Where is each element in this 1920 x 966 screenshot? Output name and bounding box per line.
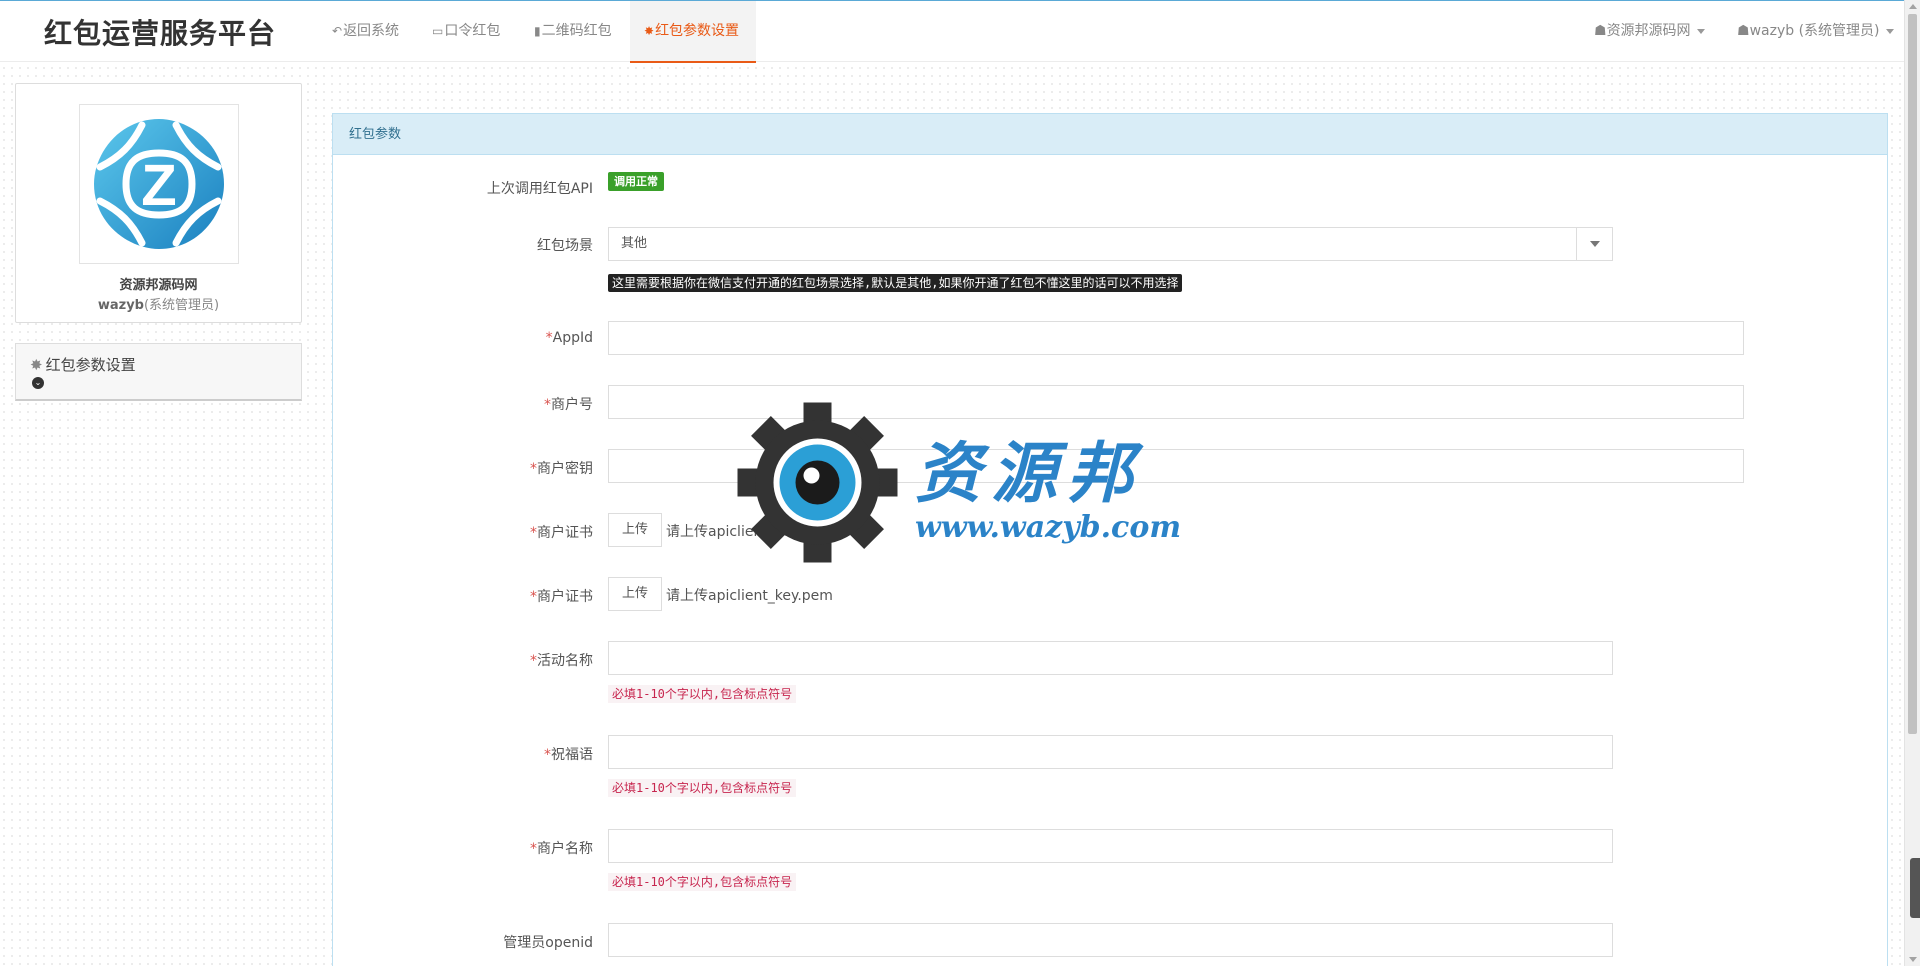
watermark: 资源邦 www.wazyb.com bbox=[735, 400, 1195, 565]
user-dropdown[interactable]: ☗wazyb (系统管理员) bbox=[1737, 1, 1894, 63]
profile-card: Z 资源邦源码网 wazyb(系统管理员) bbox=[15, 83, 302, 323]
label-wishing: *祝福语 bbox=[544, 747, 593, 763]
openid-input[interactable] bbox=[608, 923, 1613, 957]
gear-icon: ✸ bbox=[644, 24, 655, 38]
chevron-down-icon bbox=[1576, 228, 1612, 260]
qrcode-icon: ▮ bbox=[534, 24, 541, 38]
wishing-tip: 必填1-10个字以内,包含标点符号 bbox=[608, 779, 797, 797]
watermark-url: www.wazyb.com bbox=[915, 510, 1182, 545]
gear-eye-icon bbox=[737, 402, 898, 563]
gear-icon: ✸ bbox=[30, 356, 43, 374]
watermark-text: 资源邦 bbox=[915, 434, 1143, 512]
reply-icon: ↶ bbox=[332, 24, 343, 38]
org-dropdown[interactable]: ☗资源邦源码网 bbox=[1594, 1, 1705, 63]
caret-down-icon bbox=[1696, 28, 1705, 34]
side-tool-widget[interactable] bbox=[1910, 858, 1920, 918]
nav-back-system[interactable]: ↶返回系统 bbox=[318, 1, 413, 63]
profile-name: 资源邦源码网 bbox=[119, 278, 198, 293]
scene-select[interactable]: 其他 bbox=[608, 227, 1613, 261]
nav-password-redpacket[interactable]: ▭口令红包 bbox=[418, 1, 514, 63]
label-cert: *商户证书 bbox=[530, 525, 593, 541]
vertical-scrollbar[interactable] bbox=[1904, 0, 1920, 966]
scroll-down-arrow-icon[interactable] bbox=[1909, 957, 1917, 962]
logo-icon: Z bbox=[94, 119, 224, 249]
users-icon: ☗ bbox=[1594, 23, 1607, 39]
label-mch-key: *商户密钥 bbox=[530, 461, 593, 477]
label-appid: *AppId bbox=[545, 330, 593, 346]
label-mch-id: *商户号 bbox=[544, 397, 593, 413]
nav-redpacket-settings[interactable]: ✸红包参数设置 bbox=[630, 1, 756, 63]
upload-key-hint: 请上传apiclient_key.pem bbox=[666, 588, 833, 604]
act-name-tip: 必填1-10个字以内,包含标点符号 bbox=[608, 685, 797, 703]
scrollbar-thumb[interactable] bbox=[1908, 14, 1917, 734]
label-send-name: *商户名称 bbox=[530, 841, 593, 857]
label-scene: 红包场景 bbox=[537, 238, 593, 254]
act-name-input[interactable] bbox=[608, 641, 1613, 675]
top-navbar: 红包运营服务平台 ↶返回系统 ▭口令红包 ▮二维码红包 ✸红包参数设置 ☗资源邦… bbox=[0, 0, 1904, 63]
upload-key-button[interactable]: 上传 bbox=[608, 577, 662, 611]
label-openid: 管理员openid bbox=[503, 935, 593, 951]
wishing-input[interactable] bbox=[608, 735, 1613, 769]
nav-qrcode-redpacket[interactable]: ▮二维码红包 bbox=[520, 1, 626, 63]
svg-text:Z: Z bbox=[141, 153, 176, 218]
caret-down-icon bbox=[1885, 28, 1894, 34]
upload-cert-button[interactable]: 上传 bbox=[608, 513, 662, 547]
card-icon: ▭ bbox=[432, 24, 444, 38]
brand-title: 红包运营服务平台 bbox=[44, 17, 277, 50]
label-key: *商户证书 bbox=[530, 589, 593, 605]
status-badge: 调用正常 bbox=[608, 172, 664, 191]
avatar: Z bbox=[79, 104, 239, 264]
chevron-down-icon[interactable]: ⌄ bbox=[32, 377, 44, 389]
profile-role: wazyb(系统管理员) bbox=[97, 298, 220, 313]
panel-heading: 红包参数 bbox=[333, 114, 1887, 155]
scroll-up-arrow-icon[interactable] bbox=[1909, 4, 1917, 9]
send-name-tip: 必填1-10个字以内,包含标点符号 bbox=[608, 873, 797, 891]
sidebar-menu-settings[interactable]: ✸ 红包参数设置 ⌄ bbox=[15, 343, 302, 401]
scene-tip: 这里需要根据你在微信支付开通的红包场景选择,默认是其他,如果你开通了红包不懂这里… bbox=[608, 274, 1183, 292]
appid-input[interactable] bbox=[608, 321, 1744, 355]
label-last-call: 上次调用红包API bbox=[486, 181, 593, 197]
send-name-input[interactable] bbox=[608, 829, 1613, 863]
label-act-name: *活动名称 bbox=[530, 653, 593, 669]
user-icon: ☗ bbox=[1737, 23, 1750, 39]
